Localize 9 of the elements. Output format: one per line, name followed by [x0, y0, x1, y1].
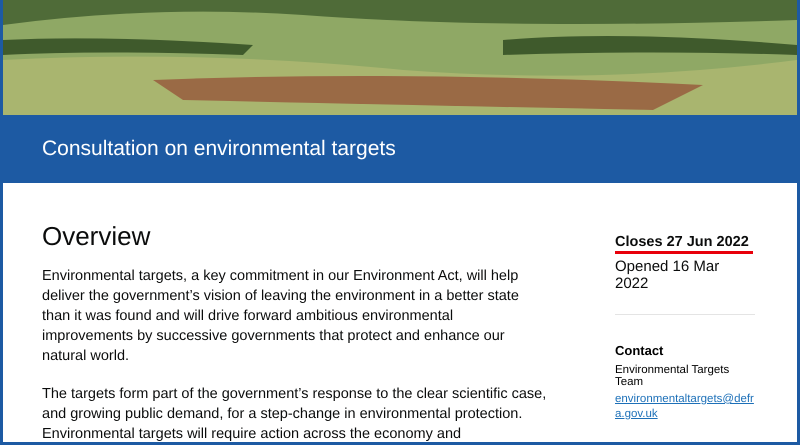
- contact-team: Environmental Targets Team: [615, 364, 730, 388]
- opening-date: Opened 16 Mar 2022: [615, 258, 720, 292]
- section-heading: Overview: [42, 221, 152, 252]
- body-paragraph: The targets form part of the government’s response to the clear scientific case, and growing public demand, for a step-change in environmental protection. Environmental targets will require action across the economy and: [42, 385, 547, 442]
- email-link[interactable]: environmentaltargets@defra.gov.uk: [615, 392, 755, 422]
- contact-heading: Contact: [615, 343, 664, 358]
- body-paragraph: Environmental targets, a key commitment in our Environment Act, will help deliver the government’s vision of leaving the environment in a better state than it was found and will drive forward ambitious environmental improvements by successive governments that protect and enhance our natural world.: [42, 267, 520, 366]
- page-title: Consultation on environmental targets: [42, 137, 396, 161]
- closing-date: Closes 27 Jun 2022: [615, 234, 750, 250]
